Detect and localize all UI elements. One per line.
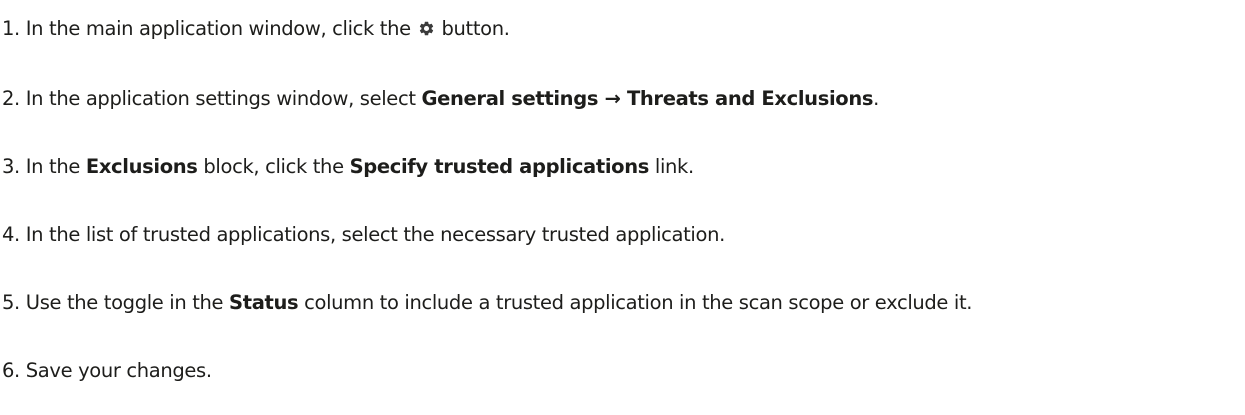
step-text: link. (654, 155, 694, 178)
step-4: 4. In the list of trusted applications, … (0, 220, 725, 250)
step-3: 3. In the Exclusions block, click the Sp… (0, 152, 694, 182)
settings-path: General settings → Threats and Exclusion… (421, 87, 874, 110)
step-2: 2. In the application settings window, s… (0, 84, 879, 114)
step-text: . (873, 87, 879, 110)
step-text: block, click the (203, 155, 344, 178)
step-number: 1. (2, 17, 20, 40)
step-number: 5. (2, 291, 20, 314)
step-number: 2. (2, 87, 20, 110)
step-number: 3. (2, 155, 20, 178)
step-6: 6. Save your changes. (0, 356, 212, 386)
step-text: In the main application window, click th… (25, 17, 411, 40)
step-text: In the application settings window, sele… (25, 87, 416, 110)
specify-trusted-applications-link-name: Specify trusted applications (349, 155, 650, 178)
status-column-name: Status (229, 291, 299, 314)
step-text: Save your changes. (25, 359, 212, 382)
gear-icon (418, 20, 435, 37)
step-number: 4. (2, 223, 20, 246)
step-text: button. (441, 17, 510, 40)
step-1: 1. In the main application window, click… (0, 14, 510, 44)
step-text: In the list of trusted applications, sel… (25, 223, 726, 246)
step-text: column to include a trusted application … (304, 291, 973, 314)
step-text: Use the toggle in the (25, 291, 224, 314)
step-text: In the (25, 155, 81, 178)
step-number: 6. (2, 359, 20, 382)
exclusions-block-name: Exclusions (85, 155, 198, 178)
step-5: 5. Use the toggle in the Status column t… (0, 288, 972, 318)
